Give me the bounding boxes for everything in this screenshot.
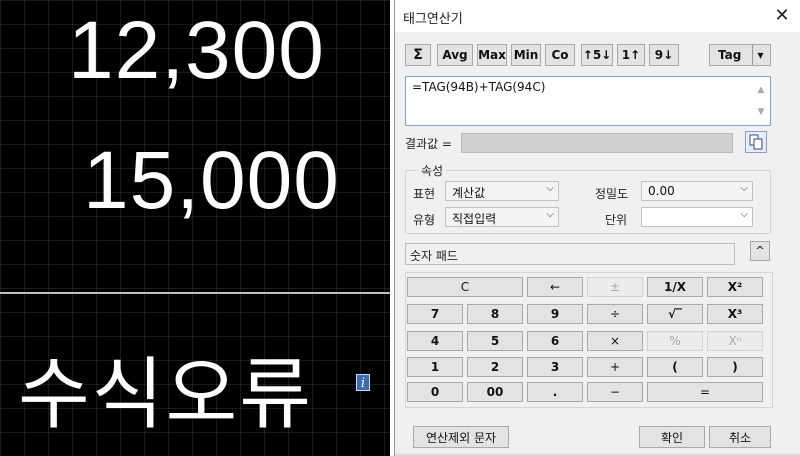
chevron-down-icon: ⌵ [740, 209, 748, 220]
plus-key[interactable]: + [587, 357, 643, 377]
value-text-2[interactable]: 15,000 [83, 140, 340, 222]
cancel-button[interactable]: 취소 [709, 426, 771, 448]
type-label: 유형 [413, 213, 436, 227]
precision-label: 정밀도 [595, 187, 629, 201]
clear-key[interactable]: C [407, 277, 523, 297]
properties-group-title: 속성 [418, 162, 447, 179]
formula-error-text[interactable]: 수식오류 [18, 356, 313, 434]
percent-key[interactable]: % [647, 331, 703, 351]
table-divider-line [0, 292, 390, 294]
key-5[interactable]: 5 [467, 331, 523, 351]
round-up-button[interactable]: 1↑ [617, 44, 645, 66]
unit-label: 단위 [605, 213, 628, 227]
display-label: 표현 [413, 187, 436, 201]
formula-scrollbar[interactable]: ▲ ▼ [754, 79, 768, 123]
value-text-1[interactable]: 12,300 [68, 10, 325, 92]
precision-select[interactable]: 0.00 ⌵ [641, 181, 753, 201]
unit-input[interactable]: ⌵ [641, 207, 753, 227]
key-00[interactable]: 00 [467, 382, 523, 402]
tag-calculator-dialog: 태그연산기 ✕ Σ Avg Max Min Co ↑5↓ 1↑ 9↓ Tag ▾… [394, 0, 800, 456]
formula-input[interactable]: =TAG(94B)+TAG(94C) ▲ ▼ [405, 76, 771, 126]
backspace-key[interactable]: ← [527, 277, 583, 297]
dialog-titlebar: 태그연산기 ✕ [395, 0, 800, 32]
power-key[interactable]: Xⁿ [707, 331, 763, 351]
numpad-label: 숫자 패드 [405, 243, 735, 265]
chevron-down-icon: ⌵ [546, 209, 554, 220]
copy-icon[interactable] [745, 131, 767, 153]
display-select-value: 계산값 [452, 186, 486, 200]
ok-button[interactable]: 확인 [639, 426, 705, 448]
key-7[interactable]: 7 [407, 304, 463, 324]
minus-key[interactable]: − [587, 382, 643, 402]
precision-select-value: 0.00 [648, 184, 675, 198]
tag-dropdown-button[interactable]: Tag ▾ [709, 44, 771, 66]
display-select[interactable]: 계산값 ⌵ [445, 181, 559, 201]
reciprocal-key[interactable]: 1/X [647, 277, 703, 297]
count-button[interactable]: Co [545, 44, 575, 66]
sum-button[interactable]: Σ [405, 44, 431, 66]
result-label: 결과값 = [405, 137, 452, 151]
tag-label: Tag [718, 48, 742, 62]
type-select[interactable]: 직접입력 ⌵ [445, 207, 559, 227]
key-2[interactable]: 2 [467, 357, 523, 377]
key-6[interactable]: 6 [527, 331, 583, 351]
square-key[interactable]: X² [707, 277, 763, 297]
key-3[interactable]: 3 [527, 357, 583, 377]
dialog-title: 태그연산기 [403, 12, 463, 27]
exclude-text-button[interactable]: 연산제외 문자 [413, 426, 509, 448]
cad-canvas[interactable]: 12,300 15,000 수식오류 i [0, 0, 390, 456]
decimal-key[interactable]: . [527, 382, 583, 402]
result-field [461, 133, 733, 153]
chevron-down-icon: ⌵ [546, 183, 554, 194]
key-9[interactable]: 9 [527, 304, 583, 324]
close-icon[interactable]: ✕ [769, 3, 795, 29]
key-8[interactable]: 8 [467, 304, 523, 324]
cube-key[interactable]: X³ [707, 304, 763, 324]
min-button[interactable]: Min [511, 44, 541, 66]
key-1[interactable]: 1 [407, 357, 463, 377]
collapse-numpad-button[interactable]: ^ [750, 241, 770, 261]
plus-minus-key[interactable]: ± [587, 277, 643, 297]
divide-key[interactable]: ÷ [587, 304, 643, 324]
type-select-value: 직접입력 [452, 212, 497, 226]
equals-key[interactable]: = [647, 382, 763, 402]
info-icon[interactable]: i [356, 374, 370, 391]
key-4[interactable]: 4 [407, 331, 463, 351]
right-paren-key[interactable]: ) [707, 357, 763, 377]
key-0[interactable]: 0 [407, 382, 463, 402]
round-down-button[interactable]: 9↓ [649, 44, 679, 66]
max-button[interactable]: Max [477, 44, 507, 66]
formula-text: =TAG(94B)+TAG(94C) [412, 80, 546, 94]
avg-button[interactable]: Avg [437, 44, 473, 66]
multiply-key[interactable]: × [587, 331, 643, 351]
round-button[interactable]: ↑5↓ [581, 44, 613, 66]
chevron-down-icon: ▾ [752, 45, 768, 65]
left-paren-key[interactable]: ( [647, 357, 703, 377]
sqrt-key[interactable]: √‾ [647, 304, 703, 324]
chevron-down-icon: ⌵ [740, 183, 748, 194]
